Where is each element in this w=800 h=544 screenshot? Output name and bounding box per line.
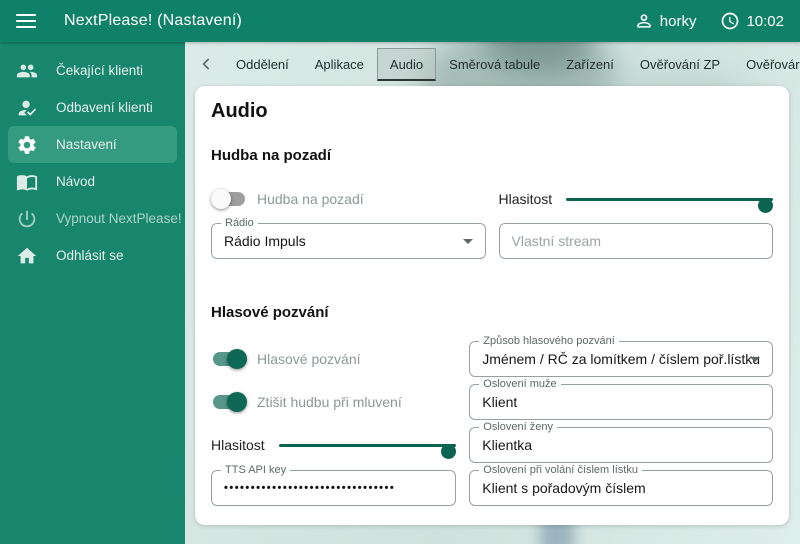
custom-stream-input[interactable]: Vlastní stream [498, 223, 773, 259]
salutation-ticket-input[interactable]: Oslovení při volání číslem lístku Klient… [469, 464, 773, 506]
sidebar-item-cekajici-klienti[interactable]: Čekající klienti [8, 52, 177, 89]
salutation-male-value: Klient [482, 394, 518, 410]
audio-settings-card: Audio Hudba na pozadí Hudba na pozadí Hl… [195, 86, 789, 525]
voice-invite-toggle[interactable] [211, 349, 247, 369]
salutation-female-input[interactable]: Oslovení ženy Klientka [469, 421, 773, 463]
section-heading-background-music: Hudba na pozadí [211, 147, 331, 164]
chevron-left-icon[interactable] [197, 54, 217, 74]
invite-method-select[interactable]: Způsob hlasového pozvání Jménem / RČ za … [469, 335, 773, 377]
section-heading-voice-invite: Hlasové pozvání [211, 304, 329, 321]
sidebar-item-nastaveni[interactable]: Nastavení [8, 126, 177, 163]
power-icon [16, 208, 38, 230]
sidebar-item-label: Návod [56, 174, 96, 189]
voice-volume-slider[interactable] [278, 437, 457, 459]
topbar-right: horky 10:02 [634, 11, 784, 31]
chevron-down-icon [462, 239, 473, 249]
radio-select[interactable]: Rádio Rádio Impuls [211, 217, 486, 259]
salutation-ticket-label: Oslovení při volání číslem lístku [479, 464, 642, 477]
tts-api-key-input[interactable]: TTS API key ••••••••••••••••••••••••••••… [211, 464, 457, 506]
voice-volume-label: Hlasitost [211, 437, 265, 453]
sidebar-item-label: Čekající klienti [56, 63, 144, 78]
clock-time: 10:02 [746, 12, 784, 30]
tts-api-key-value: •••••••••••••••••••••••••••••••• [224, 482, 396, 494]
radio-select-value: Rádio Impuls [224, 233, 306, 249]
salutation-male-input[interactable]: Oslovení muže Klient [469, 378, 773, 420]
sidebar-item-label: Nastavení [56, 137, 117, 152]
username: horky [659, 12, 697, 30]
sidebar: Čekající klienti Odbavení klienti Nastav… [0, 42, 185, 544]
sidebar-item-label: Vypnout NextPlease! [56, 211, 182, 226]
volume-label: Hlasitost [498, 191, 553, 207]
sidebar-item-odbaveni-klienti[interactable]: Odbavení klienti [8, 89, 177, 126]
sidebar-item-vypnout[interactable]: Vypnout NextPlease! [8, 200, 182, 237]
mute-music-toggle[interactable] [211, 392, 247, 412]
tts-api-key-label: TTS API key [221, 464, 291, 477]
tab-oddeleni[interactable]: Oddělení [223, 48, 302, 81]
background-music-volume-slider[interactable] [566, 191, 773, 213]
main-area: Oddělení Aplikace Audio Směrová tabule Z… [185, 42, 800, 544]
chevron-down-icon [750, 357, 760, 367]
salutation-ticket-value: Klient s pořadovým číslem [482, 480, 646, 496]
tab-overovar[interactable]: Ověřovár [733, 48, 800, 81]
tab-zarizeni[interactable]: Zařízení [553, 48, 627, 81]
voice-invite-toggle-label: Hlasové pozvání [257, 351, 361, 367]
sidebar-item-odhlasit[interactable]: Odhlásit se [8, 237, 177, 274]
custom-stream-placeholder: Vlastní stream [511, 233, 601, 249]
salutation-male-label: Oslovení muže [479, 378, 561, 391]
invite-method-value: Jménem / RČ za lomítkem / číslem poř.lís… [482, 351, 760, 367]
background-music-toggle[interactable] [211, 189, 247, 209]
sidebar-item-label: Odhlásit se [56, 248, 124, 263]
gear-icon [16, 134, 38, 156]
clock-icon [720, 11, 740, 31]
person-icon [634, 11, 654, 31]
sidebar-item-label: Odbavení klienti [56, 100, 153, 115]
invite-method-label: Způsob hlasového pozvání [479, 335, 619, 348]
sidebar-item-navod[interactable]: Návod [8, 163, 177, 200]
tab-audio[interactable]: Audio [376, 47, 437, 81]
app-title: NextPlease! (Nastavení) [64, 12, 243, 29]
salutation-female-label: Oslovení ženy [479, 421, 557, 434]
topbar: NextPlease! (Nastavení) horky 10:02 [0, 0, 800, 42]
salutation-female-value: Klientka [482, 437, 533, 453]
background-music-toggle-label: Hudba na pozadí [257, 191, 364, 207]
people-icon [16, 60, 38, 82]
menu-icon[interactable] [16, 14, 36, 28]
radio-select-label: Rádio [221, 217, 258, 230]
tab-overovani-zp[interactable]: Ověřování ZP [627, 48, 733, 81]
tab-aplikace[interactable]: Aplikace [302, 48, 377, 81]
settings-tab-bar: Oddělení Aplikace Audio Směrová tabule Z… [185, 42, 800, 86]
tab-smerova-tabule[interactable]: Směrová tabule [436, 48, 553, 81]
person-check-icon [16, 97, 38, 119]
book-icon [16, 171, 38, 193]
page-title: Audio [211, 100, 268, 122]
mute-music-toggle-label: Ztišit hudbu při mluvení [257, 394, 402, 410]
home-icon [16, 245, 38, 267]
app-window: NextPlease! (Nastavení) horky 10:02 Čeka… [0, 0, 800, 544]
